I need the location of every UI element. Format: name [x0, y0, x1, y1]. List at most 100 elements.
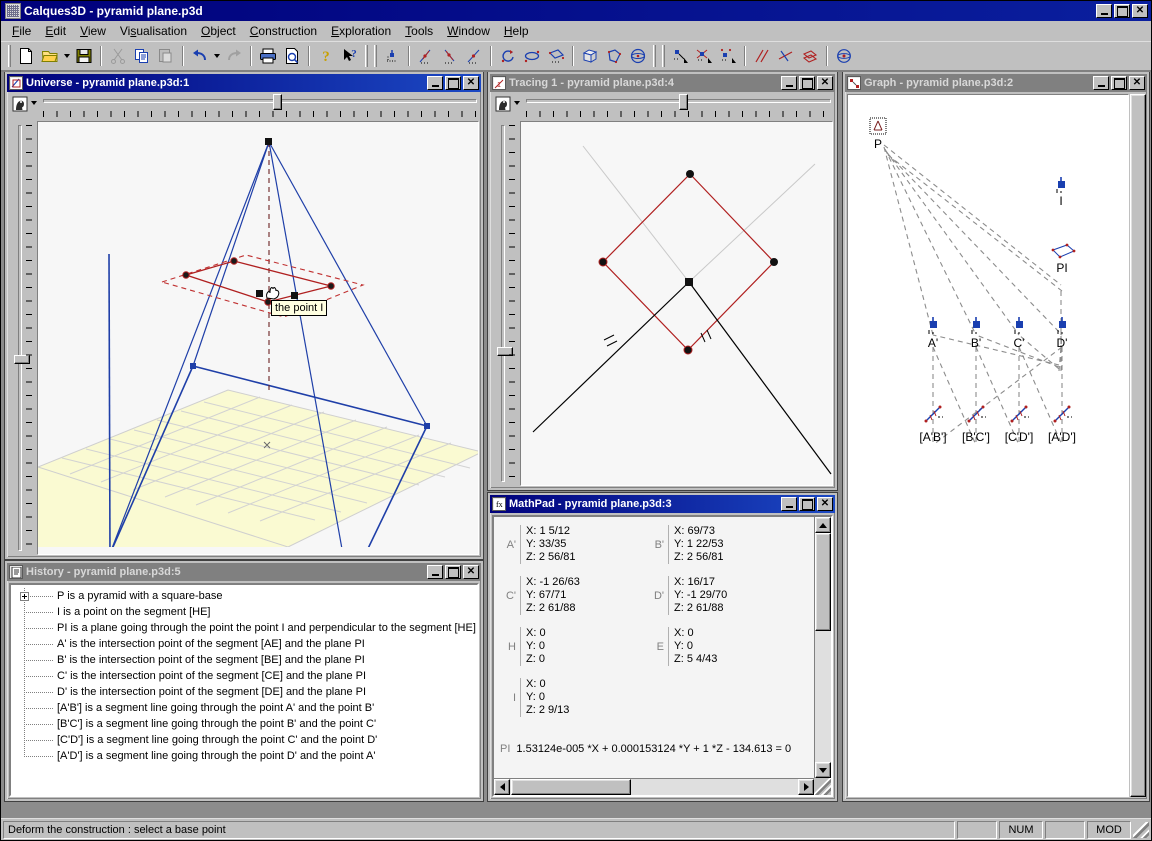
tracing-close-button[interactable]: ✕ — [817, 76, 833, 90]
graph-scrollbar-thumb[interactable] — [1130, 94, 1146, 797]
plane-rotate-icon[interactable] — [544, 45, 568, 68]
list-item[interactable]: B' is the intersection point of the segm… — [11, 652, 477, 668]
tracing-vslider-track[interactable] — [501, 125, 505, 482]
minimize-button[interactable] — [1096, 4, 1112, 18]
list-item[interactable]: I is a point on the segment [HE] — [11, 604, 477, 620]
toolbar-grip[interactable] — [8, 45, 11, 67]
open-recent-dropdown-icon[interactable] — [62, 45, 72, 68]
close-button[interactable]: ✕ — [1132, 4, 1148, 18]
mathpad-vertical-scrollbar[interactable] — [814, 517, 831, 778]
graph-window-titlebar[interactable]: Graph - pyramid plane.p3d:2 ✕ — [845, 74, 1147, 92]
mathpad-hscroll-thumb[interactable] — [511, 779, 631, 795]
menu-tools[interactable]: Tools — [398, 22, 440, 40]
redo-arrow-icon[interactable] — [222, 45, 246, 68]
menu-exploration[interactable]: Exploration — [324, 22, 398, 40]
select-plane-tool-icon[interactable] — [716, 45, 740, 68]
mathpad-vscroll-thumb[interactable] — [815, 533, 831, 631]
paste-clipboard-icon[interactable] — [154, 45, 178, 68]
tracing-hslider-thumb[interactable] — [678, 94, 688, 110]
scroll-left-button[interactable] — [494, 779, 510, 795]
midpoint-icon[interactable] — [462, 45, 486, 68]
tracing-vertical-slider[interactable] — [492, 121, 518, 486]
scroll-up-button[interactable] — [815, 517, 831, 533]
mathpad-resize-grip[interactable] — [814, 778, 831, 795]
cube-solid-icon[interactable] — [578, 45, 602, 68]
parallel-plane-icon[interactable] — [798, 45, 822, 68]
print-icon[interactable] — [256, 45, 280, 68]
scroll-right-button[interactable] — [798, 779, 814, 795]
graph-close-button[interactable]: ✕ — [1129, 76, 1145, 90]
mathpad-maximize-button[interactable] — [799, 497, 815, 511]
list-item[interactable]: PI is a plane going through the point th… — [11, 620, 477, 636]
toolbar-grip[interactable] — [374, 45, 377, 67]
tracing-minimize-button[interactable] — [781, 76, 797, 90]
head-profile-icon[interactable] — [494, 95, 511, 112]
history-close-button[interactable]: ✕ — [463, 565, 479, 579]
open-folder-icon[interactable] — [38, 45, 62, 68]
tracing-horizontal-slider[interactable] — [526, 94, 831, 118]
graph-window[interactable]: Graph - pyramid plane.p3d:2 ✕ P I PI A' … — [842, 72, 1150, 802]
list-item[interactable]: [A'D'] is a segment line going through t… — [11, 748, 477, 764]
universe-vertical-slider[interactable] — [9, 121, 35, 555]
universe-window[interactable]: Universe - pyramid plane.p3d:1 ✕ the poi… — [4, 72, 484, 560]
list-item[interactable]: [C'D'] is a segment line going through t… — [11, 732, 477, 748]
polyhedron-icon[interactable] — [602, 45, 626, 68]
list-item[interactable]: C' is the intersection point of the segm… — [11, 668, 477, 684]
undo-arrow-icon[interactable] — [188, 45, 212, 68]
list-item[interactable]: P is a pyramid with a square-base — [11, 588, 477, 604]
history-maximize-button[interactable] — [445, 565, 461, 579]
mathpad-content-area[interactable]: A' X: 1 5/12 Y: 33/35 Z: 2 56/81 B' X: 6… — [492, 515, 833, 797]
graph-minimize-button[interactable] — [1093, 76, 1109, 90]
universe-hslider-track[interactable] — [43, 99, 477, 103]
mathpad-minimize-button[interactable] — [781, 497, 797, 511]
universe-view-dropdown-icon[interactable] — [28, 94, 39, 111]
tracing-window-titlebar[interactable]: 1 Tracing 1 - pyramid plane.p3d:4 ✕ — [490, 74, 835, 92]
menu-window[interactable]: Window — [440, 22, 497, 40]
graph-canvas[interactable]: P I PI A' B' C' D' [A'B'] [B'C'] [C'D'] … — [847, 94, 1129, 797]
history-window[interactable]: History - pyramid plane.p3d:5 ✕ P is a p… — [4, 560, 484, 802]
intersection-point-icon[interactable] — [438, 45, 462, 68]
toolbar-grip[interactable] — [653, 45, 656, 67]
menu-view[interactable]: View — [73, 22, 113, 40]
toolbar-grip[interactable] — [662, 45, 665, 67]
tracing-canvas[interactable] — [520, 121, 833, 486]
tracing-maximize-button[interactable] — [799, 76, 815, 90]
list-item[interactable]: [B'C'] is a segment line going through t… — [11, 716, 477, 732]
copy-pages-icon[interactable] — [130, 45, 154, 68]
window-resize-grip[interactable] — [1133, 821, 1149, 838]
graph-maximize-button[interactable] — [1111, 76, 1127, 90]
undo-dropdown-icon[interactable] — [212, 45, 222, 68]
cut-scissors-icon[interactable] — [106, 45, 130, 68]
list-item[interactable]: D' is the intersection point of the segm… — [11, 684, 477, 700]
mathpad-window[interactable]: fx MathPad - pyramid plane.p3d:3 ✕ A' X:… — [487, 492, 838, 802]
ellipse-rotate-icon[interactable] — [520, 45, 544, 68]
print-preview-icon[interactable] — [280, 45, 304, 68]
parallel-lines-icon[interactable] — [750, 45, 774, 68]
menu-help[interactable]: Help — [497, 22, 536, 40]
help-question-icon[interactable]: ? — [314, 45, 338, 68]
new-document-icon[interactable] — [14, 45, 38, 68]
sphere-icon[interactable] — [626, 45, 650, 68]
universe-vslider-track[interactable] — [18, 125, 22, 551]
universe-minimize-button[interactable] — [427, 76, 443, 90]
select-line-tool-icon[interactable] — [692, 45, 716, 68]
menu-construction[interactable]: Construction — [243, 22, 324, 40]
maximize-button[interactable] — [1114, 4, 1130, 18]
history-tree-list[interactable]: P is a pyramid with a square-base I is a… — [9, 583, 479, 797]
expand-node-icon[interactable] — [20, 592, 29, 601]
list-item[interactable]: [A'B'] is a segment line going through t… — [11, 700, 477, 716]
mathpad-horizontal-scrollbar[interactable] — [494, 778, 814, 795]
menu-visualisation[interactable]: Visualisation — [113, 22, 194, 40]
select-point-tool-icon[interactable] — [668, 45, 692, 68]
tracing-view-dropdown-icon[interactable] — [511, 94, 522, 111]
scroll-down-button[interactable] — [815, 762, 831, 778]
head-profile-icon[interactable] — [11, 95, 28, 112]
menu-edit[interactable]: Edit — [38, 22, 73, 40]
universe-horizontal-slider[interactable] — [43, 94, 477, 118]
rotate-arc-icon[interactable] — [496, 45, 520, 68]
graph-vertical-scrollbar[interactable] — [1130, 94, 1146, 797]
save-disk-icon[interactable] — [72, 45, 96, 68]
create-point-icon[interactable] — [380, 45, 404, 68]
universe-hslider-thumb[interactable] — [273, 94, 283, 110]
universe-close-button[interactable]: ✕ — [463, 76, 479, 90]
